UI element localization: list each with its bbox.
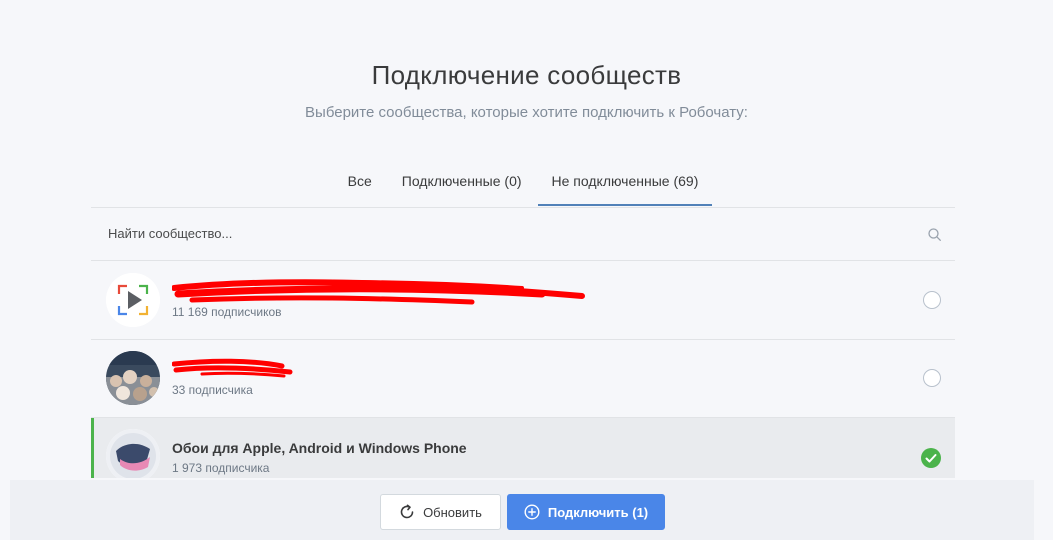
community-avatar (106, 429, 160, 478)
crowd-photo-avatar-icon (106, 351, 160, 405)
redaction-scribble (172, 358, 293, 378)
page-subtitle: Выберите сообщества, которые хотите подк… (305, 104, 748, 121)
tab-all[interactable]: Все (334, 163, 386, 206)
search-bar (91, 208, 955, 261)
community-avatar (106, 351, 160, 405)
tab-bar: Все Подключенные (0) Не подключенные (69… (91, 163, 955, 208)
plus-circle-icon (524, 504, 540, 520)
subscriber-count: 11 169 подписчиков (172, 305, 282, 319)
community-row[interactable]: 33 подписчика (91, 340, 955, 418)
page-title: Подключение сообществ (371, 60, 682, 90)
community-avatar (106, 273, 160, 327)
connect-button-label: Подключить (1) (547, 504, 649, 520)
video-play-logo-icon (106, 273, 160, 327)
community-row[interactable]: 11 169 подписчиков (91, 262, 955, 340)
refresh-button-label: Обновить (423, 504, 482, 520)
search-input[interactable] (106, 225, 890, 242)
subscriber-count: 33 подписчика (172, 383, 253, 397)
subscriber-count: 1 973 подписчика (172, 461, 270, 475)
community-row[interactable]: Обои для Apple, Android и Windows Phone … (91, 418, 955, 478)
footer-bar: Обновить Подключить (1) (10, 480, 1034, 540)
community-list: 11 169 подписчиков 33 подписчика Обои дл… (91, 262, 955, 478)
redaction-scribble (172, 279, 585, 305)
community-name: Обои для Apple, Android и Windows Phone (172, 440, 467, 456)
connect-button[interactable]: Подключить (1) (507, 494, 665, 530)
search-icon[interactable] (928, 228, 941, 241)
wallpaper-logo-icon (106, 429, 160, 478)
tab-connected[interactable]: Подключенные (0) (388, 163, 536, 206)
refresh-button[interactable]: Обновить (380, 494, 501, 530)
refresh-icon (400, 504, 414, 519)
select-radio[interactable] (923, 369, 941, 387)
select-radio[interactable] (923, 291, 941, 309)
checkmark-icon[interactable] (921, 448, 941, 468)
tab-not-connected[interactable]: Не подключенные (69) (537, 163, 713, 206)
